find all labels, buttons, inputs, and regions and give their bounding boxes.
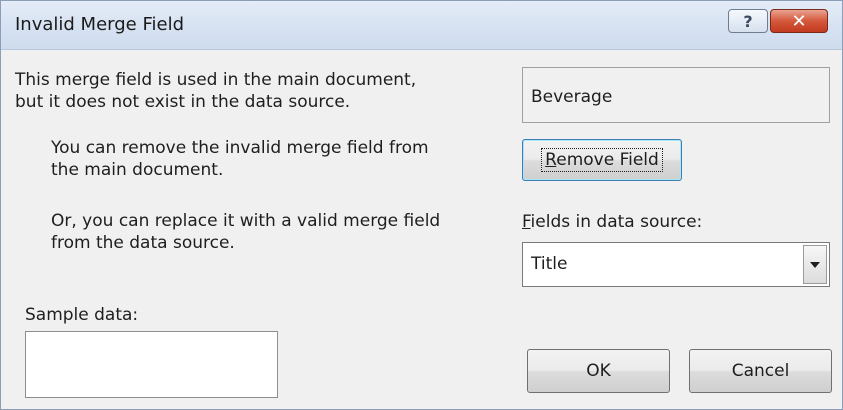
replace-instructions: Or, you can replace it with a valid merg… xyxy=(51,210,440,254)
remove-field-button[interactable]: Remove Field xyxy=(522,139,682,181)
remove-line-2: the main document. xyxy=(51,160,224,180)
invalid-merge-field-dialog: Invalid Merge Field ? ✕ This merge field… xyxy=(0,0,843,410)
close-button[interactable]: ✕ xyxy=(770,9,828,33)
message-line-1: This merge field is used in the main doc… xyxy=(15,70,417,90)
message-text: This merge field is used in the main doc… xyxy=(15,69,416,113)
remove-line-1: You can remove the invalid merge field f… xyxy=(51,138,429,158)
remove-field-label-rest: emove Field xyxy=(556,150,659,170)
help-button[interactable]: ? xyxy=(728,9,768,33)
message-line-2: but it does not exist in the data source… xyxy=(15,92,351,112)
ok-button[interactable]: OK xyxy=(527,349,670,393)
replace-line-2: from the data source. xyxy=(51,233,235,253)
sample-data-label: Sample data: xyxy=(25,305,139,325)
close-icon: ✕ xyxy=(791,10,807,32)
fields-in-data-source-label: Fields in data source: xyxy=(522,211,702,233)
window-title: Invalid Merge Field xyxy=(15,14,185,35)
title-bar[interactable]: Invalid Merge Field ? ✕ xyxy=(1,1,842,50)
remove-field-label: Remove Field xyxy=(541,148,663,172)
remove-instructions: You can remove the invalid merge field f… xyxy=(51,137,429,181)
sample-data-box xyxy=(25,331,278,398)
chevron-down-icon xyxy=(810,261,820,268)
remove-field-mnemonic: R xyxy=(545,150,557,170)
invalid-field-name-box: Beverage xyxy=(522,67,830,123)
fields-label-mnemonic: F xyxy=(522,212,531,232)
invalid-field-name: Beverage xyxy=(531,87,613,107)
fields-label-rest: ields in data source: xyxy=(530,212,703,232)
dropdown-button[interactable] xyxy=(803,245,827,284)
fields-select-value: Title xyxy=(531,254,568,274)
fields-in-data-source-select[interactable]: Title xyxy=(522,242,830,287)
replace-line-1: Or, you can replace it with a valid merg… xyxy=(51,211,441,231)
help-icon: ? xyxy=(743,11,753,31)
cancel-button[interactable]: Cancel xyxy=(689,349,832,393)
